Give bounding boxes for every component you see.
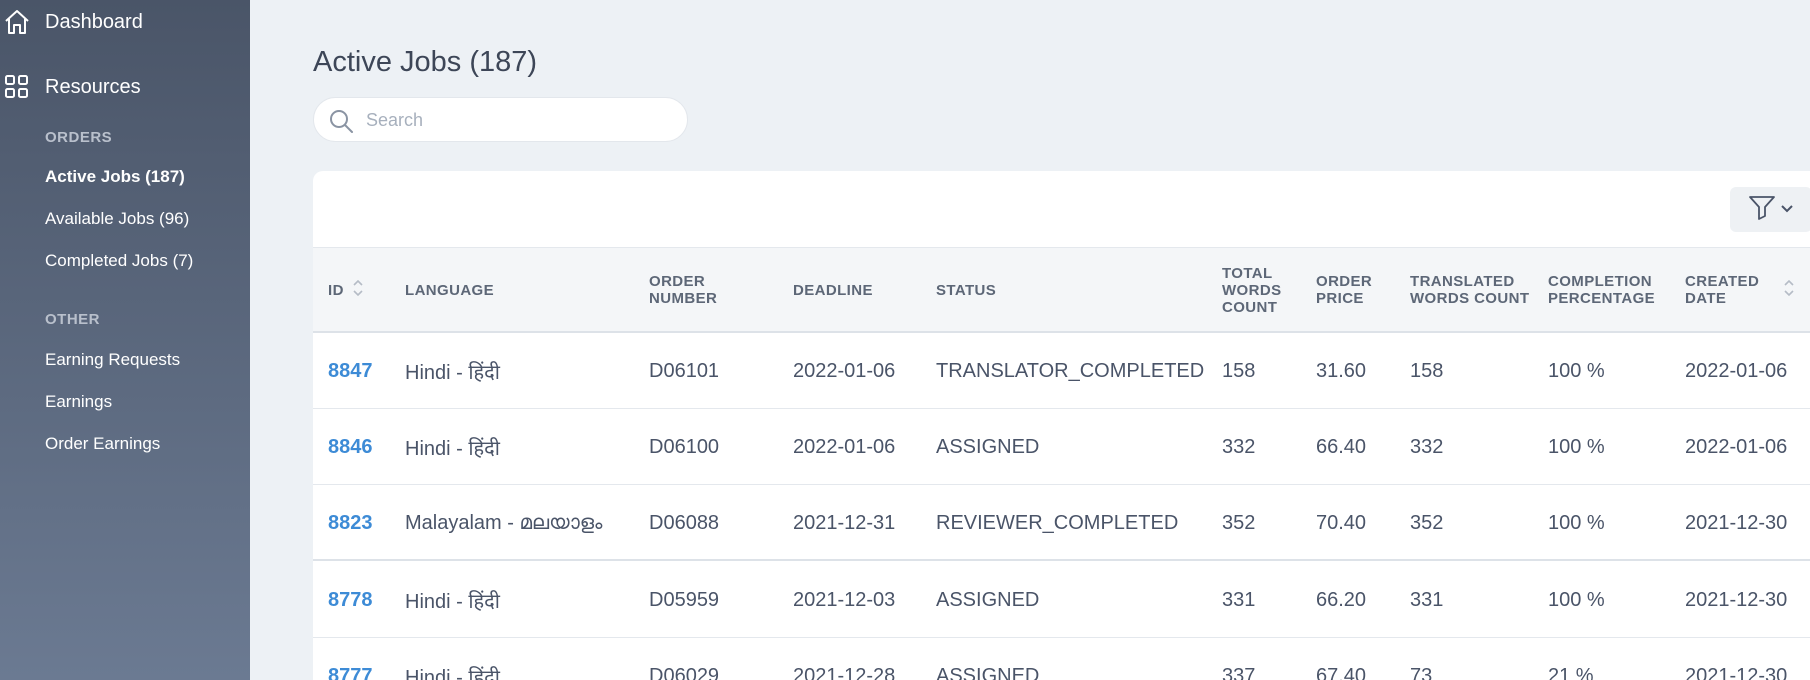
nav-resources-label: Resources: [45, 75, 141, 98]
cell-language: Malayalam - മലയാളം: [405, 511, 603, 534]
table-row[interactable]: 8846 Hindi - हिंदी D06100 2022-01-06 ASS…: [313, 409, 1810, 485]
table-row[interactable]: 8777 Hindi - हिंदी D06029 2021-12-28 ASS…: [313, 638, 1810, 680]
cell-status: ASSIGNED: [936, 588, 1040, 611]
column-header-completion-percentage[interactable]: COMPLETION PERCENTAGE: [1548, 248, 1668, 332]
search-box: [313, 97, 688, 142]
table-row[interactable]: 8847 Hindi - हिंदी D06101 2022-01-06 TRA…: [313, 333, 1810, 409]
cell-id[interactable]: 8846: [328, 409, 373, 485]
sidebar-item-order-earnings[interactable]: Order Earnings: [45, 434, 160, 454]
nav-dashboard[interactable]: Dashboard: [0, 2, 250, 42]
chevron-down-icon: [1780, 201, 1794, 219]
app: Dashboard Resources ORDERS Active Jobs (…: [0, 0, 1810, 680]
filter-button[interactable]: [1730, 187, 1810, 232]
cell-completion: 100 %: [1548, 359, 1605, 382]
cell-deadline: 2022-01-06: [793, 359, 896, 382]
cell-id[interactable]: 8778: [328, 562, 373, 638]
column-header-created-date[interactable]: CREATED DATE: [1685, 248, 1795, 332]
column-header-id-label: ID: [328, 281, 344, 299]
other-section-title: OTHER: [45, 311, 100, 328]
sidebar-item-completed-jobs[interactable]: Completed Jobs (7): [45, 251, 193, 271]
page-title: Active Jobs (187): [313, 46, 538, 78]
cell-language: Hindi - हिंदी: [405, 666, 500, 680]
sort-icon: [352, 278, 364, 302]
table-row[interactable]: 8823 Malayalam - മലയാളം D06088 2021-12-3…: [313, 485, 1810, 561]
cell-completion: 100 %: [1548, 435, 1605, 458]
cell-language: Hindi - हिंदी: [405, 437, 500, 460]
orders-section-title: ORDERS: [45, 129, 113, 146]
cell-id[interactable]: 8777: [328, 638, 373, 680]
cell-language: Hindi - हिंदी: [405, 361, 500, 384]
cell-price: 66.40: [1316, 435, 1367, 458]
cell-total-words: 331: [1222, 588, 1256, 611]
cell-deadline: 2021-12-31: [793, 511, 896, 534]
nav-dashboard-label: Dashboard: [45, 10, 143, 33]
sort-icon: [1783, 278, 1795, 302]
sidebar-item-available-jobs[interactable]: Available Jobs (96): [45, 209, 189, 229]
column-header-order-number[interactable]: ORDER NUMBER: [649, 248, 749, 332]
cell-translated: 73: [1410, 664, 1433, 680]
search-icon: [328, 108, 354, 134]
column-header-order-price[interactable]: ORDER PRICE: [1316, 248, 1396, 332]
cell-translated: 158: [1410, 359, 1444, 382]
nav-resources[interactable]: Resources: [0, 67, 250, 107]
column-header-deadline[interactable]: DEADLINE: [793, 248, 873, 332]
cell-deadline: 2022-01-06: [793, 435, 896, 458]
grid-icon: [2, 72, 32, 102]
cell-translated: 332: [1410, 435, 1444, 458]
cell-completion: 21 %: [1548, 664, 1594, 680]
cell-status: ASSIGNED: [936, 435, 1040, 458]
cell-created: 2022-01-06: [1685, 435, 1788, 458]
home-icon: [2, 7, 32, 37]
cell-price: 70.40: [1316, 511, 1367, 534]
sidebar-item-earnings[interactable]: Earnings: [45, 392, 112, 412]
cell-total-words: 158: [1222, 359, 1256, 382]
cell-status: TRANSLATOR_COMPLETED: [936, 359, 1205, 382]
cell-created: 2022-01-06: [1685, 359, 1788, 382]
column-header-translated-words-count[interactable]: TRANSLATED WORDS COUNT: [1410, 248, 1530, 332]
cell-created: 2021-12-30: [1685, 664, 1788, 680]
jobs-table-card: ID LANGUAGE ORDER NUMBER DEADLINE STATUS…: [313, 171, 1810, 680]
column-header-language[interactable]: LANGUAGE: [405, 248, 494, 332]
search-input[interactable]: [366, 107, 666, 133]
cell-id[interactable]: 8847: [328, 333, 373, 409]
cell-created: 2021-12-30: [1685, 511, 1788, 534]
sidebar-item-active-jobs[interactable]: Active Jobs (187): [45, 167, 185, 187]
cell-deadline: 2021-12-28: [793, 664, 896, 680]
table-header: ID LANGUAGE ORDER NUMBER DEADLINE STATUS…: [313, 247, 1810, 333]
cell-price: 31.60: [1316, 359, 1367, 382]
filter-icon: [1748, 194, 1776, 225]
cell-price: 66.20: [1316, 588, 1367, 611]
column-header-total-words-count[interactable]: TOTAL WORDS COUNT: [1222, 248, 1302, 332]
cell-language: Hindi - हिंदी: [405, 590, 500, 613]
cell-price: 67.40: [1316, 664, 1367, 680]
cell-status: ASSIGNED: [936, 664, 1040, 680]
cell-order-number: D06101: [649, 359, 720, 382]
table-row[interactable]: 8778 Hindi - हिंदी D05959 2021-12-03 ASS…: [313, 562, 1810, 638]
cell-order-number: D06088: [649, 511, 720, 534]
cell-status: REVIEWER_COMPLETED: [936, 511, 1179, 534]
cell-total-words: 337: [1222, 664, 1256, 680]
sidebar-item-earning-requests[interactable]: Earning Requests: [45, 350, 180, 370]
cell-completion: 100 %: [1548, 511, 1605, 534]
cell-order-number: D05959: [649, 588, 720, 611]
column-header-status[interactable]: STATUS: [936, 248, 996, 332]
cell-deadline: 2021-12-03: [793, 588, 896, 611]
column-header-created-date-label: CREATED DATE: [1685, 273, 1760, 307]
cell-translated: 331: [1410, 588, 1444, 611]
cell-completion: 100 %: [1548, 588, 1605, 611]
cell-order-number: D06029: [649, 664, 720, 680]
cell-translated: 352: [1410, 511, 1444, 534]
cell-total-words: 352: [1222, 511, 1256, 534]
cell-order-number: D06100: [649, 435, 720, 458]
cell-id[interactable]: 8823: [328, 485, 373, 561]
cell-created: 2021-12-30: [1685, 588, 1788, 611]
sidebar: Dashboard Resources ORDERS Active Jobs (…: [0, 0, 250, 680]
column-header-id[interactable]: ID: [328, 248, 364, 332]
cell-total-words: 332: [1222, 435, 1256, 458]
